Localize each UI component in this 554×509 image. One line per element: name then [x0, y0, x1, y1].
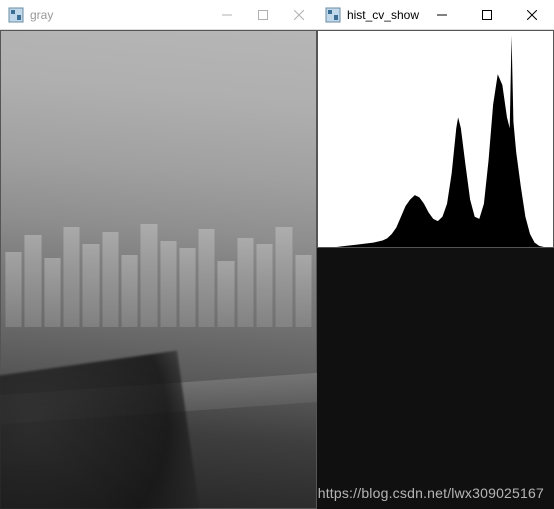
window-controls [419, 0, 554, 29]
minimize-icon [437, 10, 447, 20]
maximize-icon [258, 10, 268, 20]
window-gray: gray [0, 0, 317, 509]
empty-dark-area [317, 248, 554, 509]
app-icon [8, 7, 24, 23]
titlebar-hist[interactable]: hist_cv_show [317, 0, 554, 30]
close-button[interactable] [509, 0, 554, 29]
window-title: gray [30, 8, 209, 22]
histogram-plot [317, 30, 554, 248]
maximize-button[interactable] [464, 0, 509, 29]
window-hist: hist_cv_show [317, 0, 554, 509]
grayscale-photo [0, 30, 317, 509]
minimize-button[interactable] [419, 0, 464, 29]
photo-buildings [1, 184, 316, 327]
titlebar-gray[interactable]: gray [0, 0, 317, 30]
desktop: gray [0, 0, 554, 509]
close-button[interactable] [281, 0, 317, 29]
maximize-button[interactable] [245, 0, 281, 29]
window-title: hist_cv_show [347, 8, 419, 22]
hist-client [317, 30, 554, 509]
minimize-button[interactable] [209, 0, 245, 29]
close-icon [527, 10, 537, 20]
maximize-icon [482, 10, 492, 20]
app-icon [325, 7, 341, 23]
window-controls [209, 0, 317, 29]
image-viewport [0, 30, 317, 509]
minimize-icon [222, 10, 232, 20]
photo-foliage [0, 350, 201, 509]
close-icon [294, 10, 304, 20]
